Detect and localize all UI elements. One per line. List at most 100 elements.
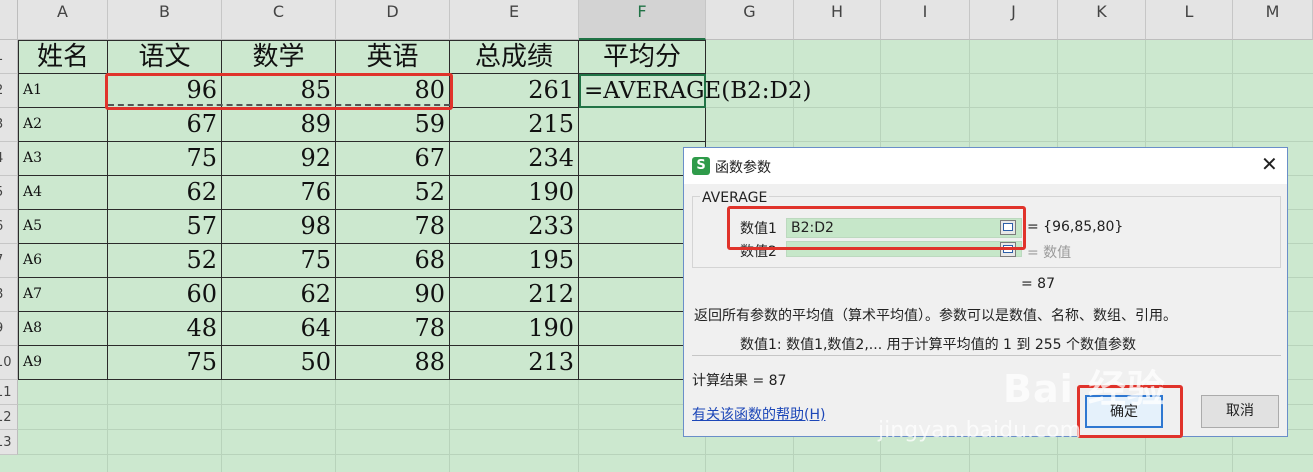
table-cell[interactable]: 68 bbox=[336, 244, 450, 278]
table-cell[interactable]: 89 bbox=[222, 108, 336, 142]
arg1-result: = {96,85,80} bbox=[1027, 219, 1124, 235]
table-cell[interactable]: 59 bbox=[336, 108, 450, 142]
row-header-1[interactable]: 1 bbox=[0, 40, 18, 74]
row-header-4[interactable]: 4 bbox=[0, 142, 18, 176]
table-cell[interactable]: A1 bbox=[18, 74, 108, 108]
column-header-G[interactable]: G bbox=[706, 0, 794, 40]
table-cell[interactable]: 75 bbox=[108, 346, 222, 380]
header-cell[interactable]: 姓名 bbox=[18, 40, 108, 74]
table-cell[interactable]: 261 bbox=[450, 74, 579, 108]
row-number: 2 bbox=[0, 74, 3, 107]
row-number: 6 bbox=[0, 210, 3, 243]
table-cell[interactable]: 52 bbox=[336, 176, 450, 210]
column-header-D[interactable]: D bbox=[336, 0, 450, 40]
table-cell[interactable]: 75 bbox=[108, 142, 222, 176]
row-number: 8 bbox=[0, 278, 3, 311]
row-number: 4 bbox=[0, 142, 3, 175]
table-cell[interactable]: 90 bbox=[336, 278, 450, 312]
cancel-button[interactable]: 取消 bbox=[1201, 395, 1279, 428]
table-cell[interactable]: A8 bbox=[18, 312, 108, 346]
row-header-2[interactable]: 2 bbox=[0, 74, 18, 108]
row-number: 1 bbox=[0, 40, 3, 73]
table-cell[interactable]: 233 bbox=[450, 210, 579, 244]
header-cell[interactable]: 平均分 bbox=[579, 40, 706, 74]
row-header-8[interactable]: 8 bbox=[0, 278, 18, 312]
divider bbox=[692, 355, 1281, 356]
table-cell[interactable]: 190 bbox=[450, 312, 579, 346]
row-number: 3 bbox=[0, 108, 3, 141]
row-header-11[interactable]: 11 bbox=[0, 380, 18, 405]
table-cell[interactable]: 76 bbox=[222, 176, 336, 210]
table-cell[interactable]: A3 bbox=[18, 142, 108, 176]
function-description: 返回所有参数的平均值（算术平均值）。参数可以是数值、名称、数组、引用。 bbox=[694, 308, 1177, 324]
table-cell[interactable]: 88 bbox=[336, 346, 450, 380]
row-header-3[interactable]: 3 bbox=[0, 108, 18, 142]
header-cell[interactable]: 英语 bbox=[336, 40, 450, 74]
table-cell[interactable]: 52 bbox=[108, 244, 222, 278]
table-cell[interactable]: 62 bbox=[108, 176, 222, 210]
row-number: 12 bbox=[0, 410, 12, 425]
wps-spreadsheet-icon: S bbox=[692, 157, 710, 175]
table-cell[interactable]: A4 bbox=[18, 176, 108, 210]
table-cell[interactable]: A7 bbox=[18, 278, 108, 312]
argument-help: 数值1: 数值1,数值2,... 用于计算平均值的 1 到 255 个数值参数 bbox=[740, 337, 1137, 353]
column-header-L[interactable]: L bbox=[1146, 0, 1233, 40]
row-number: 13 bbox=[0, 435, 12, 450]
table-cell[interactable]: 67 bbox=[336, 142, 450, 176]
column-header-K[interactable]: K bbox=[1058, 0, 1146, 40]
gridline bbox=[18, 454, 1313, 455]
table-cell[interactable]: 75 bbox=[222, 244, 336, 278]
help-link[interactable]: 有关该函数的帮助(H) bbox=[692, 404, 825, 424]
dialog-titlebar: S 函数参数 ✕ bbox=[684, 148, 1287, 184]
table-cell[interactable] bbox=[579, 108, 706, 142]
row-number: 9 bbox=[0, 312, 3, 345]
table-cell[interactable]: 234 bbox=[450, 142, 579, 176]
table-cell[interactable]: 213 bbox=[450, 346, 579, 380]
row-header-9[interactable]: 9 bbox=[0, 312, 18, 346]
row-header-10[interactable]: 10 bbox=[0, 346, 18, 380]
table-cell[interactable]: 98 bbox=[222, 210, 336, 244]
column-header-F[interactable]: F bbox=[579, 0, 706, 40]
table-cell[interactable]: 50 bbox=[222, 346, 336, 380]
header-cell[interactable]: 数学 bbox=[222, 40, 336, 74]
row-header-5[interactable]: 5 bbox=[0, 176, 18, 210]
table-cell[interactable]: 92 bbox=[222, 142, 336, 176]
table-cell[interactable]: 67 bbox=[108, 108, 222, 142]
column-header-H[interactable]: H bbox=[794, 0, 881, 40]
table-cell[interactable]: A2 bbox=[18, 108, 108, 142]
row-header-6[interactable]: 6 bbox=[0, 210, 18, 244]
table-cell[interactable]: 190 bbox=[450, 176, 579, 210]
column-header-J[interactable]: J bbox=[970, 0, 1058, 40]
table-cell[interactable]: A6 bbox=[18, 244, 108, 278]
table-cell[interactable]: 195 bbox=[450, 244, 579, 278]
column-header-I[interactable]: I bbox=[881, 0, 970, 40]
column-header-M[interactable]: M bbox=[1233, 0, 1313, 40]
table-cell[interactable]: 78 bbox=[336, 312, 450, 346]
close-icon[interactable]: ✕ bbox=[1261, 152, 1278, 176]
overall-result: = 87 bbox=[1021, 276, 1055, 292]
highlight-arg1 bbox=[727, 206, 1026, 250]
table-cell[interactable]: 78 bbox=[336, 210, 450, 244]
column-header-A[interactable]: A bbox=[18, 0, 108, 40]
table-cell[interactable]: 64 bbox=[222, 312, 336, 346]
select-all-corner[interactable] bbox=[0, 0, 18, 40]
header-cell[interactable]: 总成绩 bbox=[450, 40, 579, 74]
table-cell[interactable]: A9 bbox=[18, 346, 108, 380]
column-header-E[interactable]: E bbox=[450, 0, 579, 40]
row-header-12[interactable]: 12 bbox=[0, 405, 18, 430]
calc-result: 计算结果 = 87 bbox=[692, 373, 787, 389]
row-number: 5 bbox=[0, 176, 3, 209]
table-cell[interactable]: 48 bbox=[108, 312, 222, 346]
table-cell[interactable]: A5 bbox=[18, 210, 108, 244]
column-header-C[interactable]: C bbox=[222, 0, 336, 40]
row-header-13[interactable]: 13 bbox=[0, 430, 18, 455]
table-cell[interactable]: 215 bbox=[450, 108, 579, 142]
table-cell[interactable]: 60 bbox=[108, 278, 222, 312]
header-cell[interactable]: 语文 bbox=[108, 40, 222, 74]
column-header-B[interactable]: B bbox=[108, 0, 222, 40]
table-cell[interactable]: 62 bbox=[222, 278, 336, 312]
row-header-7[interactable]: 7 bbox=[0, 244, 18, 278]
cell-F2-formula: =AVERAGE(B2:D2) bbox=[584, 78, 812, 104]
table-cell[interactable]: 57 bbox=[108, 210, 222, 244]
table-cell[interactable]: 212 bbox=[450, 278, 579, 312]
